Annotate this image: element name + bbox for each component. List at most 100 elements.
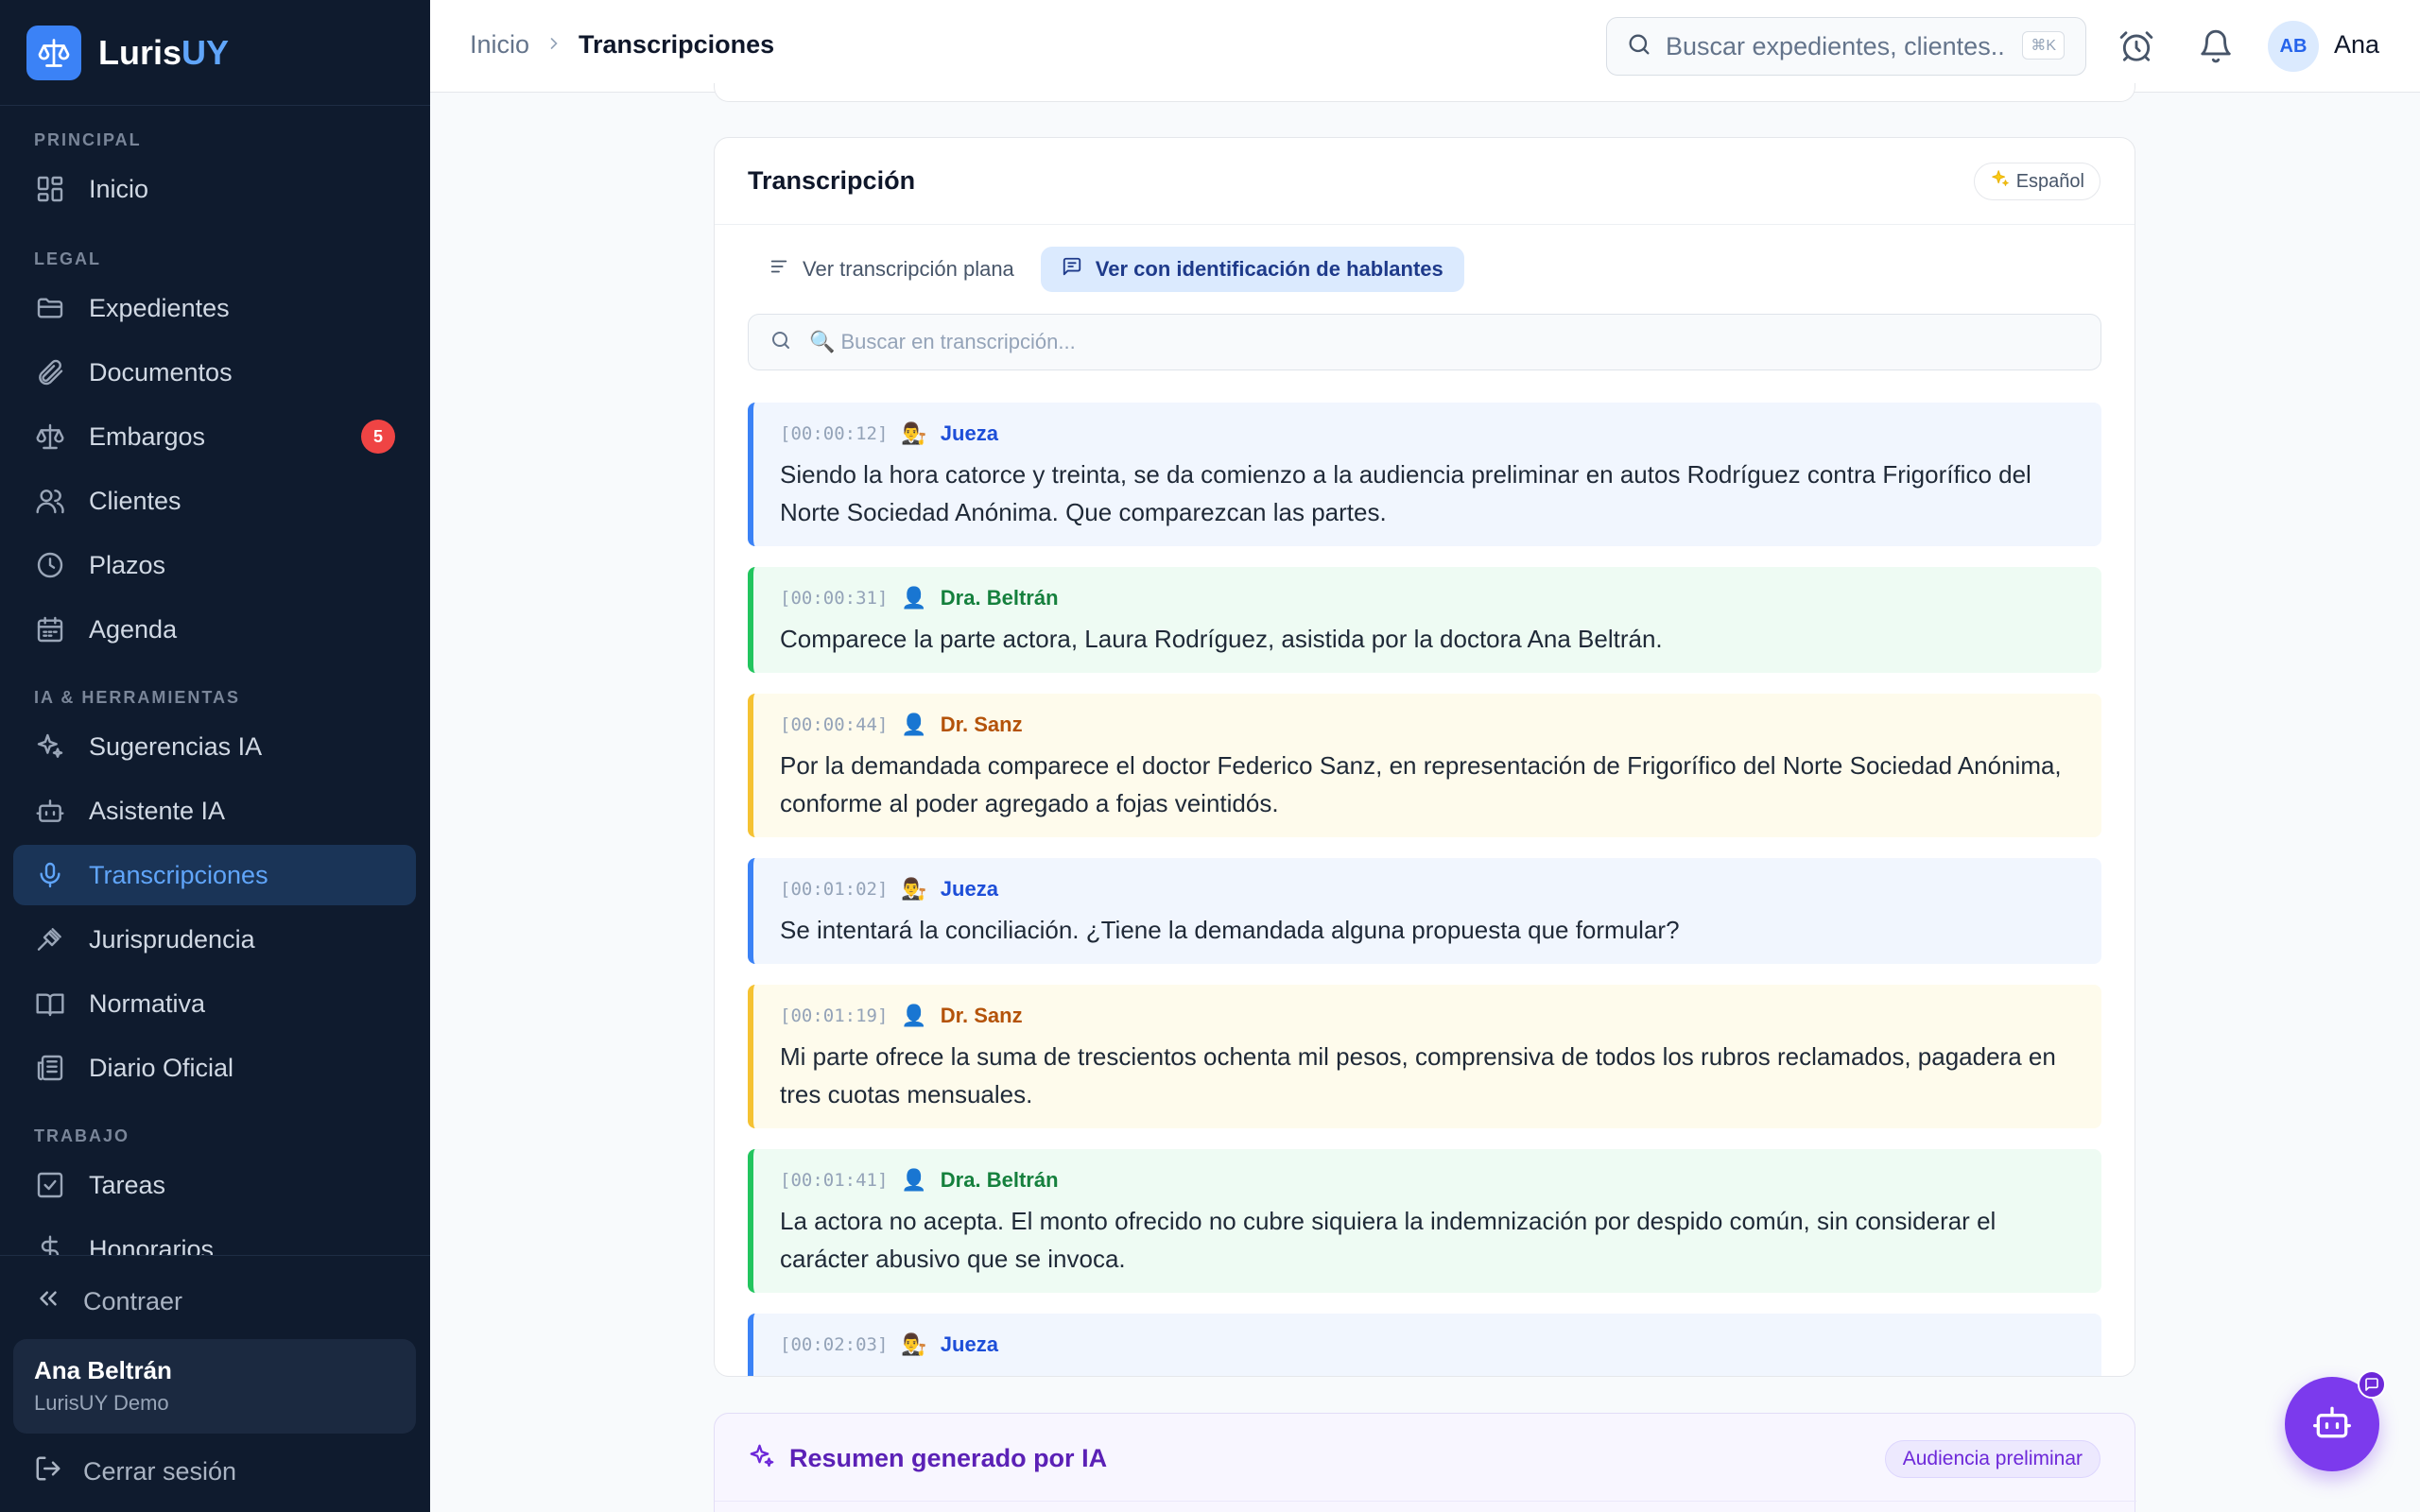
logout-label: Cerrar sesión: [83, 1457, 237, 1486]
users-icon: [34, 485, 66, 517]
sidebar-item-diario-oficial[interactable]: Diario Oficial: [13, 1038, 416, 1098]
segment-timestamp: [00:00:12]: [780, 423, 889, 444]
tab-speaker-transcript[interactable]: Ver con identificación de hablantes: [1040, 247, 1464, 292]
clock-icon: [34, 549, 66, 581]
transcript-card: Transcripción Español Ver transcripción …: [714, 137, 2135, 1377]
segment-speaker: Dr. Sanz: [940, 1004, 1023, 1027]
sidebar-item-label: Sugerencias IA: [89, 731, 263, 761]
bot-icon: [2311, 1401, 2353, 1448]
segment-timestamp: [00:01:19]: [780, 1005, 889, 1026]
sidebar-item-asistente[interactable]: Asistente IA: [13, 781, 416, 841]
transcript-segment[interactable]: [00:01:41] 👤 Dra. Beltrán La actora no a…: [748, 1149, 2101, 1293]
tab-label: Ver transcripción plana: [803, 257, 1014, 281]
calendar-icon: [34, 613, 66, 645]
topbar: Inicio Transcripciones ⌘K AB Ana: [430, 0, 2420, 93]
segment-speaker: Jueza: [940, 1332, 998, 1356]
judge-icon: 👨‍⚖️: [901, 1332, 927, 1356]
breadcrumb: Inicio Transcripciones: [470, 30, 774, 60]
logout-icon: [34, 1454, 62, 1489]
dollar-icon: [34, 1233, 66, 1255]
chevron-right-icon: [544, 30, 563, 60]
transcript-segments: [00:00:12] 👨‍⚖️ Jueza Siendo la hora cat…: [748, 403, 2101, 1376]
logout-button[interactable]: Cerrar sesión: [34, 1454, 236, 1489]
segment-text: Siendo la hora catorce y treinta, se da …: [780, 460, 2031, 526]
sidebar-item-inicio[interactable]: Inicio: [13, 159, 416, 219]
sidebar-item-embargos[interactable]: Embargos 5: [13, 406, 416, 467]
sidebar-item-label: Transcripciones: [89, 860, 268, 889]
segment-speaker: Dra. Beltrán: [940, 586, 1059, 610]
transcript-segment[interactable]: [00:01:02] 👨‍⚖️ Jueza Se intentará la co…: [748, 858, 2101, 964]
brand-name: LurisUY: [98, 32, 230, 72]
sparkles-icon: [34, 730, 66, 763]
transcript-search[interactable]: [748, 314, 2101, 370]
user-card[interactable]: Ana Beltrán LurisUY Demo: [13, 1339, 416, 1434]
language-label: Español: [2015, 170, 2084, 192]
sidebar-item-label: Diario Oficial: [89, 1053, 234, 1082]
segment-timestamp: [00:00:44]: [780, 714, 889, 735]
topbar-user-name[interactable]: Ana: [2334, 30, 2379, 60]
transcript-search-input[interactable]: [809, 330, 2038, 354]
previous-card-edge: [714, 83, 2135, 102]
scales-icon: [34, 421, 66, 453]
checkbox-icon: [34, 1169, 66, 1201]
sidebar-item-agenda[interactable]: Agenda: [13, 599, 416, 660]
breadcrumb-root[interactable]: Inicio: [470, 30, 529, 60]
transcript-segment[interactable]: [00:02:03] 👨‍⚖️ Jueza: [748, 1314, 2101, 1376]
sidebar-item-clientes[interactable]: Clientes: [13, 471, 416, 531]
sparkles-icon: [748, 1442, 776, 1475]
dashboard-icon: [34, 173, 66, 205]
segment-timestamp: [00:02:03]: [780, 1334, 889, 1355]
scales-logo-icon: [26, 25, 81, 80]
sidebar-item-jurisprudencia[interactable]: Jurisprudencia: [13, 909, 416, 970]
divider: [715, 1501, 2136, 1502]
global-search[interactable]: ⌘K: [1606, 17, 2086, 76]
segment-text: La actora no acepta. El monto ofrecido n…: [780, 1207, 1996, 1273]
transcript-segment[interactable]: [00:00:12] 👨‍⚖️ Jueza Siendo la hora cat…: [748, 403, 2101, 546]
gavel-icon: [34, 923, 66, 955]
tab-plain-transcript[interactable]: Ver transcripción plana: [748, 247, 1035, 292]
hearing-type-badge: Audiencia preliminar: [1884, 1440, 2100, 1478]
avatar[interactable]: AB: [2268, 21, 2319, 72]
message-square-icon: [1062, 256, 1082, 283]
collapse-sidebar-button[interactable]: Contraer: [34, 1284, 182, 1319]
chevrons-left-icon: [34, 1284, 62, 1319]
transcript-segment[interactable]: [00:01:19] 👤 Dr. Sanz Mi parte ofrece la…: [748, 985, 2101, 1128]
sidebar-item-label: Jurisprudencia: [89, 924, 255, 954]
segment-text: Comparece la parte actora, Laura Rodrígu…: [780, 625, 1663, 653]
breadcrumb-current: Transcripciones: [579, 30, 775, 59]
ai-summary-title: Resumen generado por IA: [789, 1444, 1108, 1472]
sidebar-item-label: Plazos: [89, 550, 166, 579]
person-icon: 👤: [901, 713, 927, 736]
judge-icon: 👨‍⚖️: [901, 877, 927, 901]
global-search-input[interactable]: [1666, 31, 2006, 61]
sidebar-item-documentos[interactable]: Documentos: [13, 342, 416, 403]
sidebar-item-normativa[interactable]: Normativa: [13, 973, 416, 1034]
brand[interactable]: LurisUY: [0, 0, 430, 106]
sidebar-item-label: Inicio: [89, 174, 149, 203]
sidebar-item-tareas[interactable]: Tareas: [13, 1155, 416, 1215]
sidebar-item-label: Honorarios: [89, 1234, 215, 1256]
sidebar: LurisUY PRINCIPAL Inicio LEGAL Expedient…: [0, 0, 430, 1512]
sidebar-item-plazos[interactable]: Plazos: [13, 535, 416, 595]
sidebar-item-expedientes[interactable]: Expedientes: [13, 278, 416, 338]
segment-timestamp: [00:01:41]: [780, 1170, 889, 1191]
newspaper-icon: [34, 1052, 66, 1084]
bell-icon[interactable]: [2198, 28, 2234, 64]
sidebar-item-label: Asistente IA: [89, 796, 226, 825]
sidebar-item-honorarios[interactable]: Honorarios: [13, 1219, 416, 1255]
search-shortcut: ⌘K: [2022, 31, 2065, 60]
paperclip-icon: [34, 356, 66, 388]
search-icon: [769, 329, 792, 356]
section-label-legal: LEGAL: [34, 249, 101, 268]
sidebar-item-transcripciones[interactable]: Transcripciones: [13, 845, 416, 905]
segment-text: Se intentará la conciliación. ¿Tiene la …: [780, 916, 1680, 944]
person-icon: 👤: [901, 586, 927, 610]
sidebar-item-sugerencias[interactable]: Sugerencias IA: [13, 716, 416, 777]
person-icon: 👤: [901, 1168, 927, 1192]
transcript-segment[interactable]: [00:00:31] 👤 Dra. Beltrán Comparece la p…: [748, 567, 2101, 673]
segment-speaker: Dra. Beltrán: [940, 1168, 1059, 1192]
transcript-segment[interactable]: [00:00:44] 👤 Dr. Sanz Por la demandada c…: [748, 694, 2101, 837]
alarm-clock-icon[interactable]: [2118, 28, 2154, 64]
user-name: Ana Beltrán: [34, 1356, 172, 1384]
transcript-card-header: Transcripción Español: [715, 138, 2135, 225]
